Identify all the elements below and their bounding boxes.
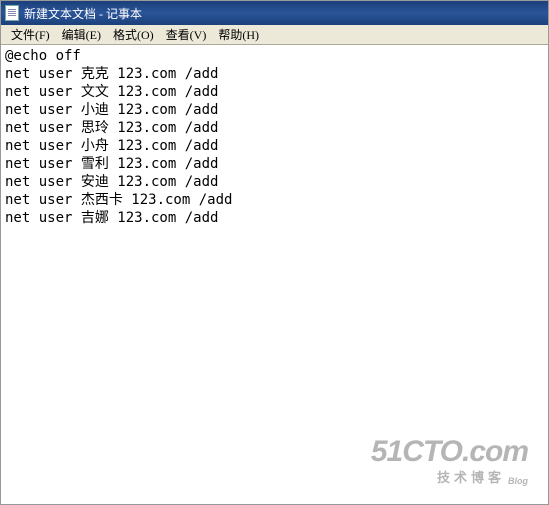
menubar: 文件(F) 编辑(E) 格式(O) 查看(V) 帮助(H) <box>1 25 548 45</box>
menu-help[interactable]: 帮助(H) <box>212 24 265 45</box>
menu-format[interactable]: 格式(O) <box>107 24 160 45</box>
notepad-icon <box>5 5 19 21</box>
window-titlebar: 新建文本文档 - 记事本 <box>1 1 548 25</box>
window-title: 新建文本文档 - 记事本 <box>24 5 142 22</box>
text-area[interactable]: @echo off net user 克克 123.com /add net u… <box>1 45 548 504</box>
menu-view[interactable]: 查看(V) <box>160 24 213 45</box>
menu-file[interactable]: 文件(F) <box>5 24 56 45</box>
menu-edit[interactable]: 编辑(E) <box>56 24 107 45</box>
